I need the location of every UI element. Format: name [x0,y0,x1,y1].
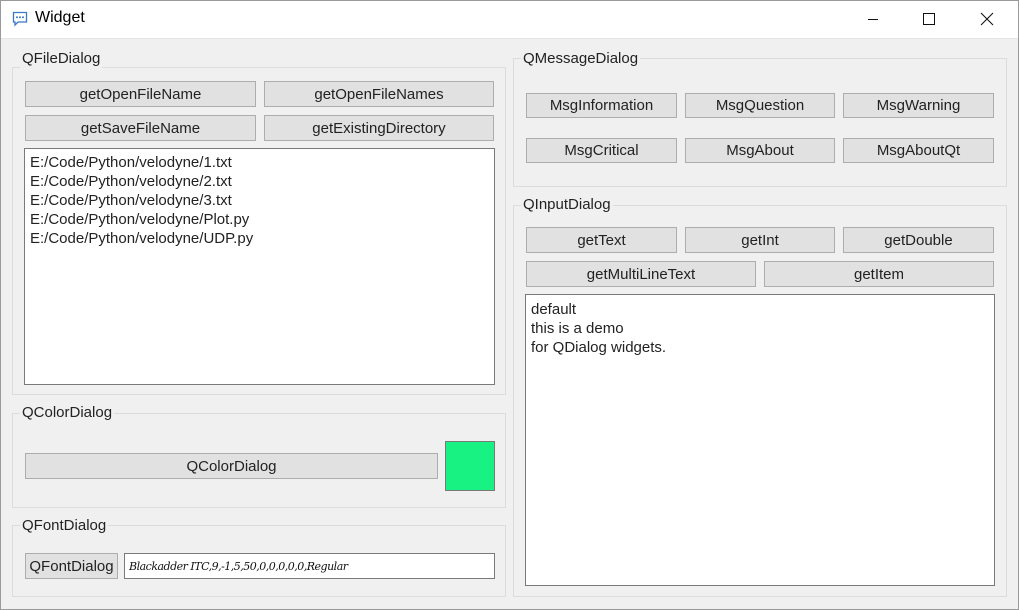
input-output-textbox[interactable]: default this is a demo for QDialog widge… [525,294,995,586]
msg-information-button[interactable]: MsgInformation [526,93,677,118]
list-item: E:/Code/Python/velodyne/2.txt [30,173,232,190]
list-item: this is a demo [531,320,624,337]
close-button[interactable] [958,0,1016,38]
file-list-textbox[interactable]: E:/Code/Python/velodyne/1.txt E:/Code/Py… [24,148,495,385]
maximize-icon [923,13,935,25]
minimize-button[interactable] [844,0,902,38]
list-item: default [531,301,577,318]
get-text-button[interactable]: getText [526,227,677,253]
msg-critical-button[interactable]: MsgCritical [526,138,677,163]
msg-warning-button[interactable]: MsgWarning [843,93,994,118]
list-item: E:/Code/Python/velodyne/3.txt [30,192,232,209]
file-dialog-group-title: QFileDialog [20,50,103,68]
get-int-button[interactable]: getInt [685,227,835,253]
chat-bubble-icon [12,11,28,27]
title-bar: Widget [0,0,1019,39]
color-dialog-button[interactable]: QColorDialog [25,453,438,479]
get-open-file-names-button[interactable]: getOpenFileNames [264,81,494,107]
list-item: E:/Code/Python/velodyne/1.txt [30,154,232,171]
font-value-field[interactable]: Blackadder ITC,9,-1,5,50,0,0,0,0,0,Regul… [124,553,495,579]
message-dialog-group-title: QMessageDialog [521,50,641,68]
list-item: for QDialog widgets. [531,339,667,356]
msg-question-button[interactable]: MsgQuestion [685,93,835,118]
font-dialog-button[interactable]: QFontDialog [25,553,118,579]
get-existing-directory-button[interactable]: getExistingDirectory [264,115,494,141]
input-dialog-group-title: QInputDialog [521,196,613,214]
window-title: Widget [35,9,85,26]
color-swatch [445,441,495,491]
get-open-file-name-button[interactable]: getOpenFileName [25,81,256,107]
get-item-button[interactable]: getItem [764,261,994,287]
get-save-file-name-button[interactable]: getSaveFileName [25,115,256,141]
color-dialog-group-title: QColorDialog [20,404,115,422]
maximize-button[interactable] [900,0,958,38]
list-item: E:/Code/Python/velodyne/UDP.py [30,230,254,247]
message-dialog-group [513,58,1007,187]
msg-about-qt-button[interactable]: MsgAboutQt [843,138,994,163]
close-icon [980,12,994,26]
list-item: E:/Code/Python/velodyne/Plot.py [30,211,250,228]
get-multi-line-text-button[interactable]: getMultiLineText [526,261,756,287]
minimize-icon [868,19,878,20]
get-double-button[interactable]: getDouble [843,227,994,253]
msg-about-button[interactable]: MsgAbout [685,138,835,163]
font-dialog-group-title: QFontDialog [20,517,109,535]
